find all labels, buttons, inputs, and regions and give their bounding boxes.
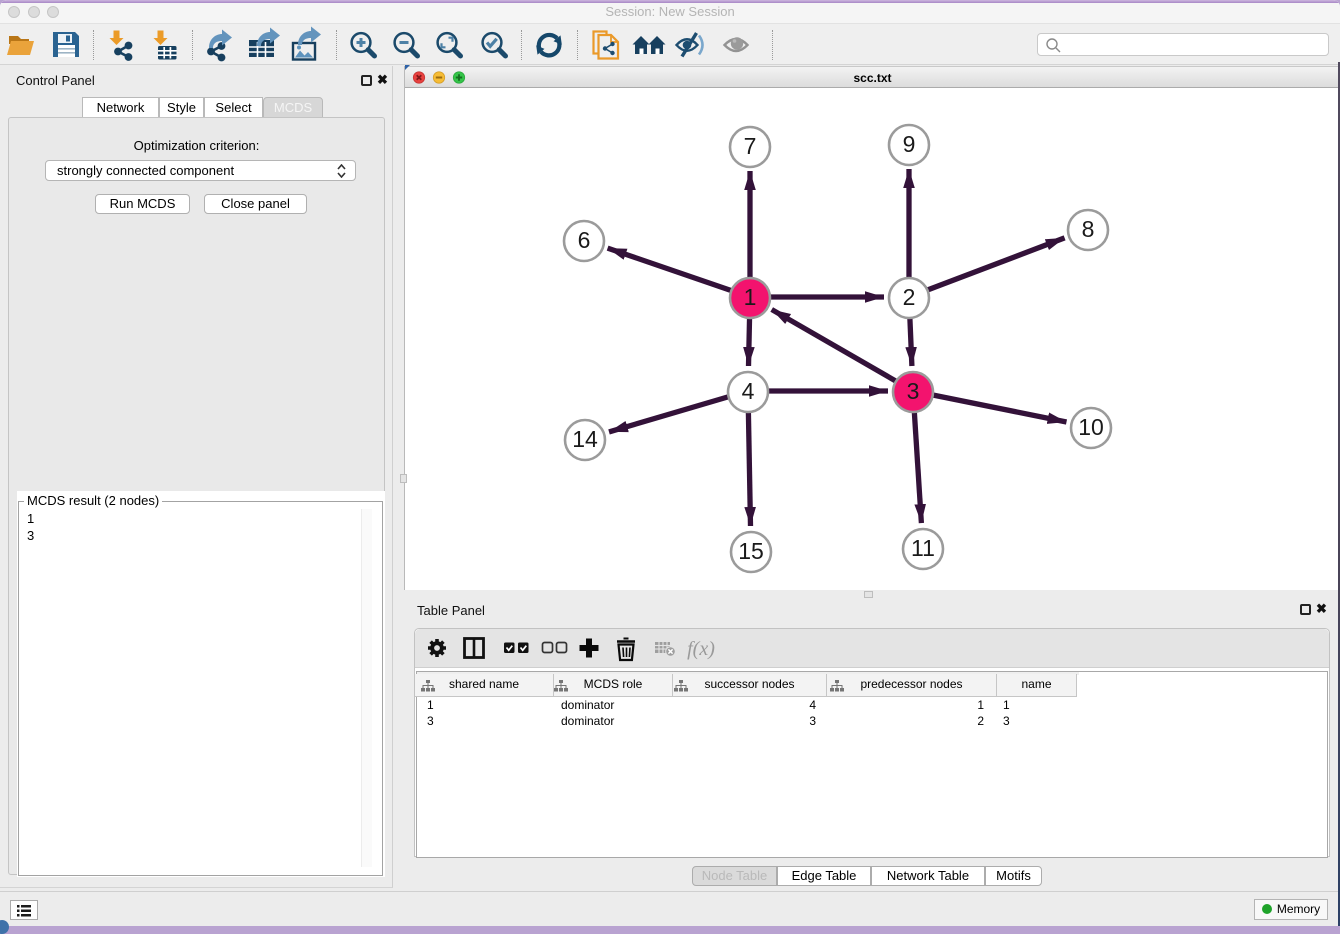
svg-text:6: 6 xyxy=(578,227,591,253)
svg-text:7: 7 xyxy=(744,133,757,159)
svg-text:3: 3 xyxy=(907,378,920,404)
svg-text:15: 15 xyxy=(738,538,764,564)
svg-text:9: 9 xyxy=(903,131,916,157)
svg-text:f(x): f(x) xyxy=(687,638,715,660)
svg-text:2: 2 xyxy=(903,284,916,310)
svg-text:1: 1 xyxy=(744,284,757,310)
svg-text:11: 11 xyxy=(911,535,935,561)
svg-text:10: 10 xyxy=(1078,414,1104,440)
svg-text:4: 4 xyxy=(742,378,755,404)
svg-text:8: 8 xyxy=(1082,216,1095,242)
svg-text:14: 14 xyxy=(572,426,598,452)
